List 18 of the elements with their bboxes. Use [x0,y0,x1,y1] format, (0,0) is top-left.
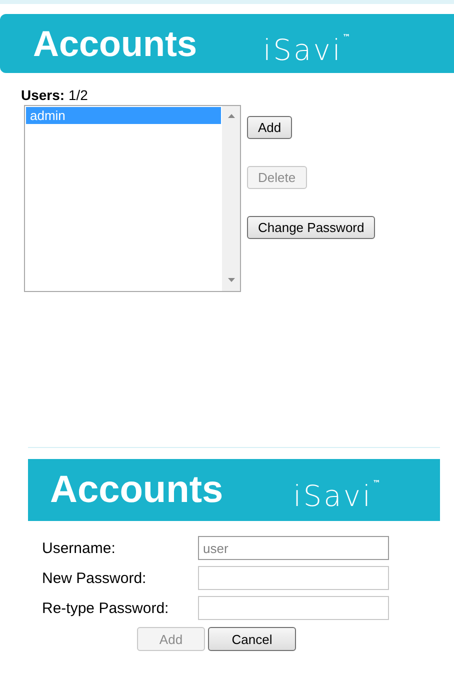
button[interactable]: Add [247,116,292,139]
input-field[interactable] [198,566,389,590]
button[interactable]: Cancel [208,627,296,651]
field-label: New Password: [42,570,148,586]
page-title: Accounts [33,24,198,64]
button[interactable]: Change Password [247,216,376,239]
input-field[interactable]: user [198,536,389,560]
list-item[interactable]: admin [26,107,221,124]
logo: iSavi$^{™}$ [293,478,381,514]
user-listbox[interactable]: admin [24,105,241,292]
input-field[interactable] [198,596,389,620]
page-title: Accounts [50,470,224,510]
field-label: Re-type Password: [42,600,170,616]
scroll-down-icon[interactable] [228,278,234,282]
field-label: Username: [42,540,116,556]
users-count: Users: 1/2 [21,87,89,103]
scroll-up-icon[interactable] [228,114,234,118]
logo: iSavi$^{™}$ [263,32,350,68]
